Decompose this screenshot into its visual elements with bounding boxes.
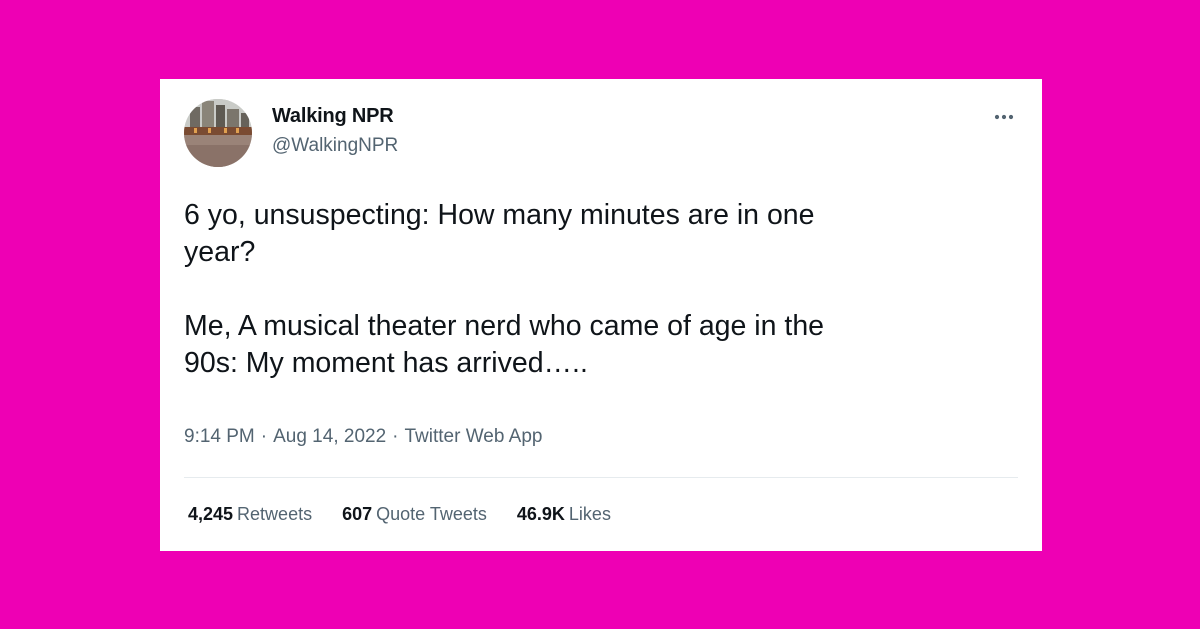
tweet-card: Walking NPR @WalkingNPR 6 yo, unsuspecti…	[160, 79, 1042, 551]
quote-tweets-label: Quote Tweets	[376, 504, 487, 524]
author-handle[interactable]: @WalkingNPR	[272, 135, 398, 157]
tweet-text: 6 yo, unsuspecting: How many minutes are…	[184, 199, 825, 379]
tweet-stats: 4,245 Retweets 607 Quote Tweets 46.9K Likes	[188, 504, 641, 525]
tweet-source[interactable]: Twitter Web App	[404, 426, 542, 447]
more-options-button[interactable]	[988, 105, 1020, 129]
meta-separator: ·	[392, 426, 399, 447]
tweet-date[interactable]: Aug 14, 2022	[273, 426, 386, 447]
likes-count: 46.9K	[516, 504, 565, 524]
avatar-image	[184, 99, 252, 167]
more-horizontal-icon	[994, 114, 1014, 120]
retweets-count: 4,245	[188, 504, 234, 524]
meta-separator: ·	[260, 426, 268, 447]
likes-stat[interactable]: 46.9K Likes	[517, 504, 611, 525]
divider	[184, 477, 1018, 478]
tweet-time[interactable]: 9:14 PM	[184, 426, 255, 447]
quote-tweets-count: 607	[342, 504, 373, 524]
quote-tweets-stat[interactable]: 607 Quote Tweets	[342, 504, 487, 525]
avatar[interactable]	[184, 99, 252, 167]
tweet-metadata: 9:14 PM · Aug 14, 2022 · Twitter Web App	[184, 426, 542, 448]
retweets-stat[interactable]: 4,245 Retweets	[188, 504, 312, 525]
retweets-label: Retweets	[237, 504, 313, 524]
author-display-name[interactable]: Walking NPR	[272, 105, 394, 128]
likes-label: Likes	[568, 504, 611, 524]
